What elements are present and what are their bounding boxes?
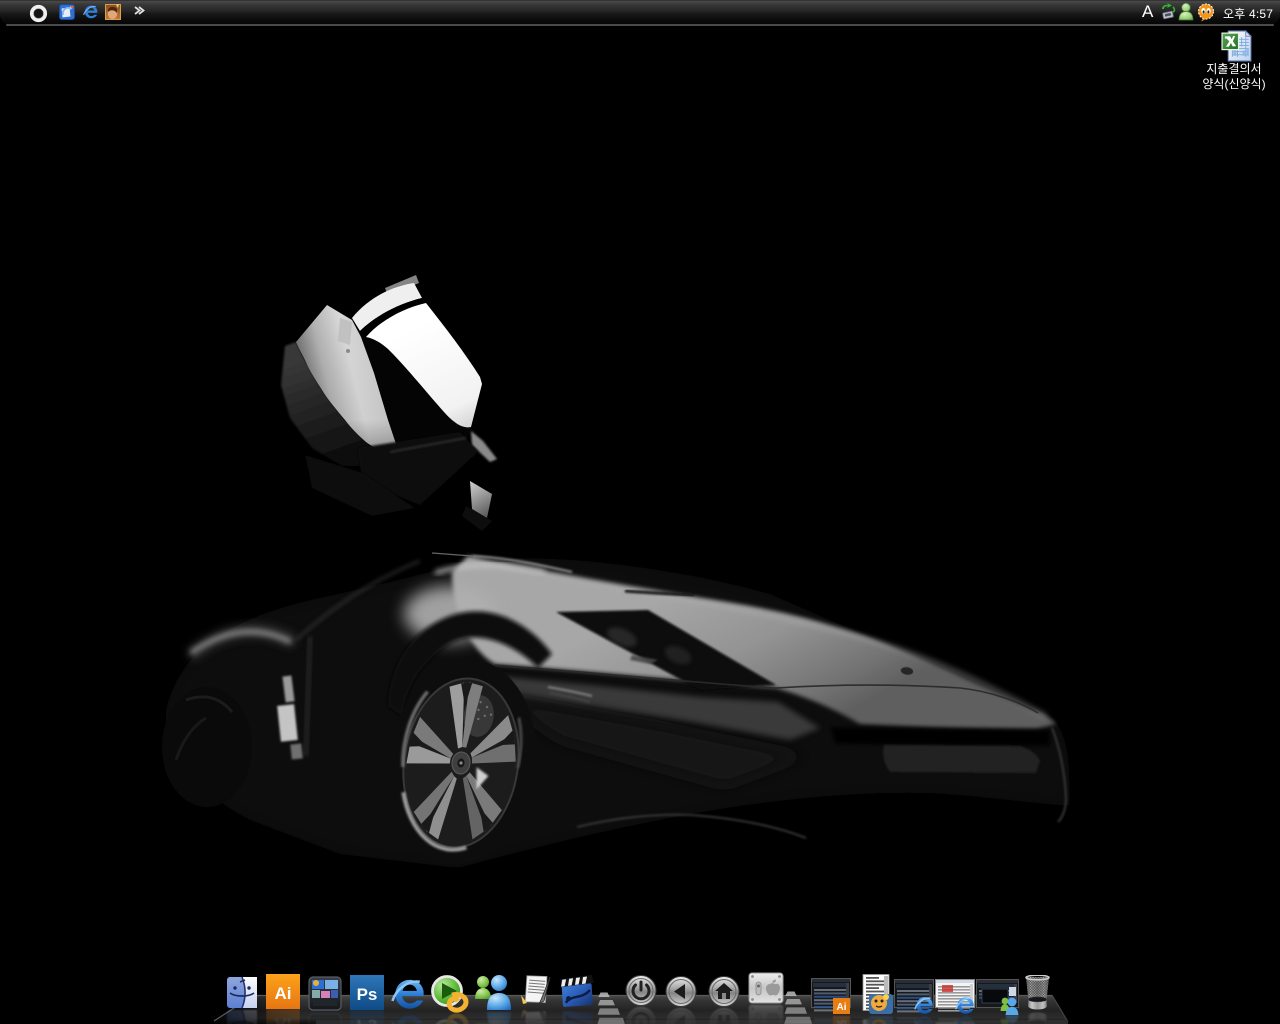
svg-text:Ps: Ps	[357, 1016, 378, 1024]
svg-text:Ai: Ai	[837, 1017, 847, 1024]
svg-text:Ai: Ai	[837, 1002, 847, 1013]
svg-text:Ai: Ai	[275, 1015, 292, 1024]
svg-text:Ps: Ps	[357, 985, 378, 1004]
svg-text:Ai: Ai	[275, 984, 292, 1003]
